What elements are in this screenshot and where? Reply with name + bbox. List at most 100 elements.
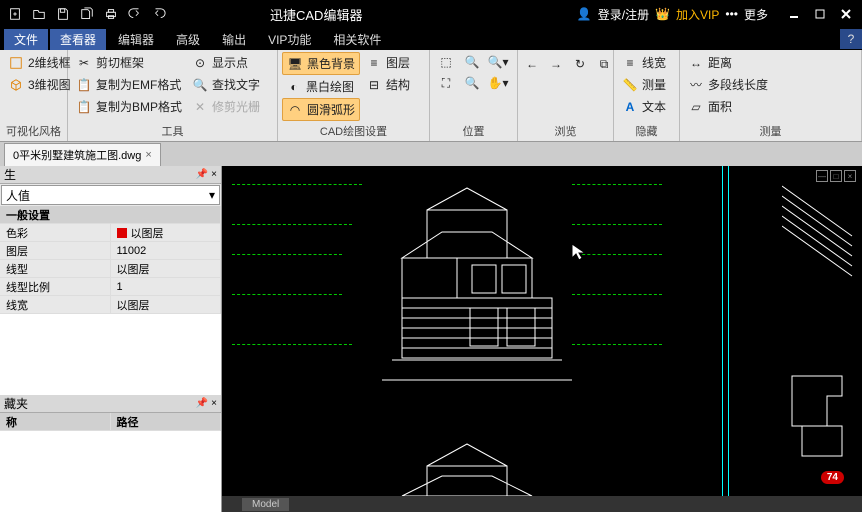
area-icon: ▱ — [688, 99, 704, 115]
group-position: 位置 — [434, 121, 513, 141]
vip-link[interactable]: 加入VIP — [676, 6, 719, 23]
contrast-icon: ◐ — [286, 79, 302, 95]
close-button[interactable] — [834, 4, 858, 24]
btn-clip-frame[interactable]: ✂剪切框架 — [72, 52, 186, 73]
btn-find-text[interactable]: 🔍查找文字 — [188, 74, 264, 95]
trim-icon: ✕ — [192, 99, 208, 115]
count-badge: 74 — [821, 471, 844, 484]
login-link[interactable]: 登录/注册 — [598, 6, 649, 23]
house-elevation-1 — [372, 180, 582, 400]
btn-trim-raster[interactable]: ✕修剪光栅 — [188, 96, 264, 117]
btn-zoom-extents[interactable]: ⛶ — [434, 73, 458, 93]
minimize-button[interactable] — [782, 4, 806, 24]
print-icon[interactable] — [100, 3, 122, 25]
zoom-window-icon: ⬚ — [438, 54, 454, 70]
group-visual-style: 可视化风格 — [4, 121, 63, 141]
crown-icon: 👑 — [655, 7, 670, 21]
btn-zoom-realtime[interactable]: 🔍▾ — [486, 52, 510, 72]
more-link[interactable]: 更多 — [744, 6, 768, 23]
btn-polyline-length[interactable]: 〰多段线长度 — [684, 74, 772, 95]
btn-3d-view[interactable]: 3维视图 — [4, 74, 75, 95]
btn-zoom-window[interactable]: ⬚ — [434, 52, 458, 72]
prop-layer[interactable]: 图层11002 — [0, 242, 221, 260]
arrow-right-icon: → — [548, 56, 564, 72]
tab-label: 0平米别墅建筑施工图.dwg — [13, 147, 141, 163]
polyline-icon: 〰 — [688, 77, 704, 93]
pin-icon[interactable]: 📌 × — [196, 169, 217, 180]
arrow-left-icon: ← — [524, 56, 540, 72]
help-button[interactable]: ? — [840, 29, 862, 49]
btn-zoom-in[interactable]: 🔍 — [460, 52, 484, 72]
hand-icon: ✋▾ — [490, 75, 506, 91]
tab-close-icon[interactable]: × — [145, 149, 151, 161]
section-general[interactable]: 一般设置 — [0, 206, 221, 224]
new-icon[interactable] — [4, 3, 26, 25]
text-icon: A — [622, 99, 638, 115]
drawing-canvas[interactable]: — □ × — [222, 166, 862, 512]
btn-zoom-all[interactable]: 🔍 — [460, 73, 484, 93]
group-cad-settings: CAD绘图设置 — [282, 121, 425, 141]
btn-next-view[interactable]: → — [546, 54, 566, 74]
menu-output[interactable]: 输出 — [212, 29, 256, 50]
btn-structure[interactable]: ⊟结构 — [362, 74, 414, 95]
properties-panel: 生 📌 × 人值 ▾ 一般设置 色彩以图层 图层11002 线型以图层 线型比例… — [0, 166, 222, 512]
menu-related[interactable]: 相关软件 — [323, 29, 391, 50]
btn-2d-wireframe[interactable]: 2维线框 — [4, 52, 75, 73]
workspace: 生 📌 × 人值 ▾ 一般设置 色彩以图层 图层11002 线型以图层 线型比例… — [0, 166, 862, 512]
group-hide: 隐藏 — [618, 121, 675, 141]
layers-icon: ≡ — [366, 55, 382, 71]
zoom-in-icon: 🔍 — [464, 54, 480, 70]
btn-pan[interactable]: ✋▾ — [486, 73, 510, 93]
refresh-icon: ↻ — [572, 56, 588, 72]
btn-lineweight[interactable]: ≡线宽 — [618, 52, 670, 73]
menu-editor[interactable]: 编辑器 — [108, 29, 164, 50]
prop-color[interactable]: 色彩以图层 — [0, 224, 221, 242]
copy-icon: 📋 — [76, 99, 92, 115]
prop-ltscale[interactable]: 线型比例1 — [0, 278, 221, 296]
btn-redraw[interactable]: ↻ — [570, 54, 590, 74]
search-icon: 🔍 — [192, 77, 208, 93]
btn-show-points[interactable]: ⊙显示点 — [188, 52, 264, 73]
btn-measure[interactable]: 📏测量 — [618, 74, 670, 95]
document-tab[interactable]: 0平米别墅建筑施工图.dwg × — [4, 143, 161, 166]
statusbar: Model — [222, 496, 862, 512]
btn-text[interactable]: A文本 — [618, 96, 670, 117]
btn-regen[interactable]: ⧉ — [594, 54, 614, 74]
btn-prev-view[interactable]: ← — [522, 54, 542, 74]
btn-black-bg[interactable]: 🖥黑色背景 — [282, 52, 360, 75]
zoom-dyn-icon: 🔍▾ — [490, 54, 506, 70]
arc-icon: ◠ — [287, 102, 303, 118]
btn-distance[interactable]: ↔距离 — [684, 52, 772, 73]
user-icon[interactable]: 👤 — [577, 7, 592, 21]
btn-copy-emf[interactable]: 📋复制为EMF格式 — [72, 74, 186, 95]
prop-linetype[interactable]: 线型以图层 — [0, 260, 221, 278]
titlebar: 迅捷CAD编辑器 👤 登录/注册 👑 加入VIP ••• 更多 — [0, 0, 862, 28]
more-dots[interactable]: ••• — [725, 7, 738, 21]
tree-icon: ⊟ — [366, 77, 382, 93]
undo-icon[interactable] — [124, 3, 146, 25]
btn-bw-draw[interactable]: ◐黑白绘图 — [282, 76, 360, 97]
btn-area[interactable]: ▱面积 — [684, 96, 772, 117]
prop-lineweight[interactable]: 线宽以图层 — [0, 296, 221, 314]
group-tools: 工具 — [72, 121, 273, 141]
menu-advanced[interactable]: 高级 — [166, 29, 210, 50]
redo-icon[interactable] — [148, 3, 170, 25]
btn-copy-bmp[interactable]: 📋复制为BMP格式 — [72, 96, 186, 117]
saveall-icon[interactable] — [76, 3, 98, 25]
quick-access-toolbar — [0, 3, 170, 25]
plan-detail — [782, 366, 862, 486]
maximize-button[interactable] — [808, 4, 832, 24]
panel-header-1: 生 📌 × — [0, 166, 221, 184]
btn-smooth-arc[interactable]: ◠圆滑弧形 — [282, 98, 360, 121]
save-icon[interactable] — [52, 3, 74, 25]
pin-icon[interactable]: 📌 × — [196, 398, 217, 409]
menu-viewer[interactable]: 查看器 — [50, 29, 106, 50]
menu-vip[interactable]: VIP功能 — [258, 29, 321, 50]
menu-file[interactable]: 文件 — [4, 29, 48, 50]
model-tab[interactable]: Model — [242, 498, 289, 511]
menubar: 文件 查看器 编辑器 高级 输出 VIP功能 相关软件 ? — [0, 28, 862, 50]
object-type-combo[interactable]: 人值 ▾ — [1, 185, 220, 205]
group-browse: 浏览 — [522, 121, 609, 141]
open-icon[interactable] — [28, 3, 50, 25]
btn-layers[interactable]: ≡图层 — [362, 52, 414, 73]
